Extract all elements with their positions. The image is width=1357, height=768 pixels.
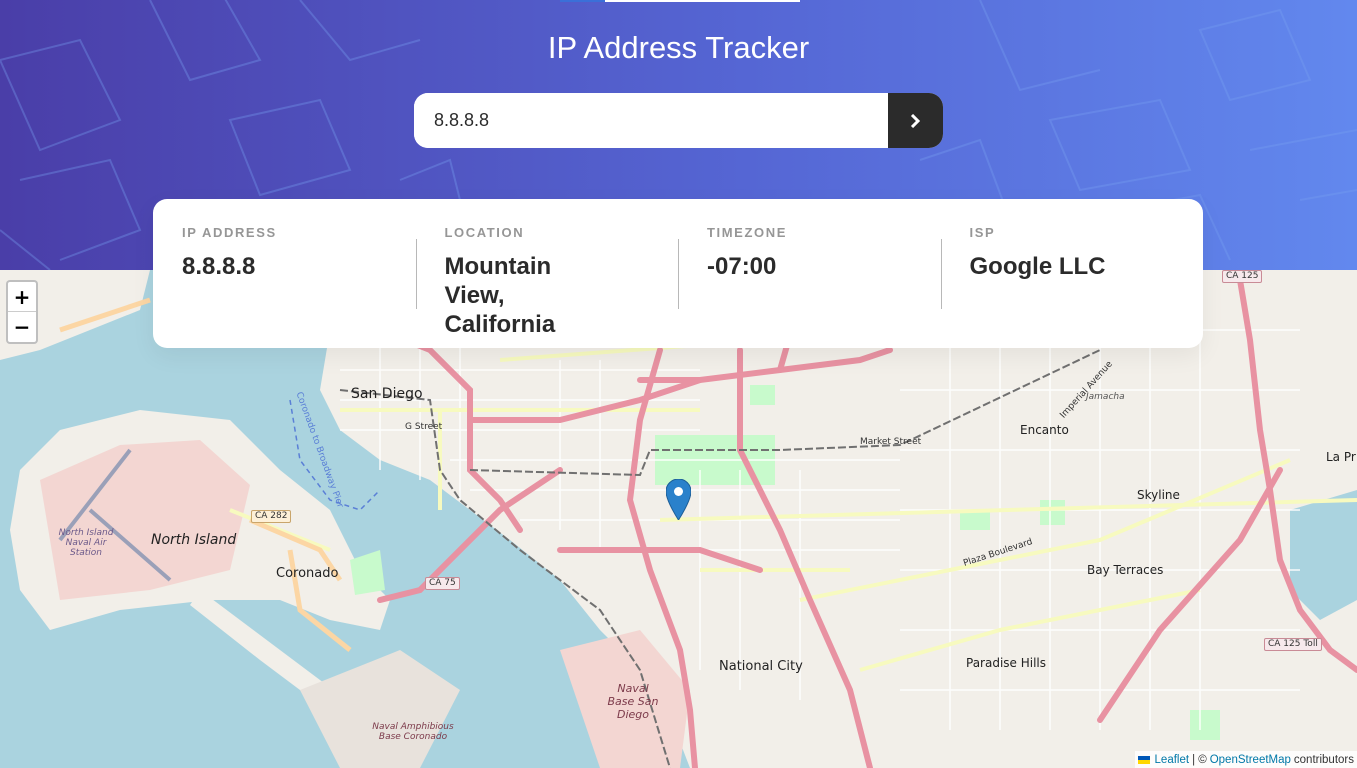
info-timezone-value: -07:00 bbox=[707, 253, 777, 280]
top-tab-white bbox=[605, 0, 800, 2]
map-label-g-street: G Street bbox=[405, 422, 443, 432]
zoom-control: + − bbox=[6, 280, 38, 344]
map-label-naval-base: Naval Base San Diego bbox=[607, 682, 659, 721]
page-title: IP Address Tracker bbox=[547, 30, 810, 65]
ukraine-flag-icon bbox=[1137, 756, 1150, 764]
top-tab-accent bbox=[560, 0, 605, 2]
info-timezone: TIMEZONE -07:00 bbox=[678, 223, 941, 348]
map-label-san-diego: San Diego bbox=[351, 386, 423, 402]
info-timezone-label: TIMEZONE bbox=[707, 225, 787, 240]
attribution-suffix: contributors bbox=[1293, 754, 1354, 766]
search-form bbox=[414, 93, 943, 148]
location-marker[interactable] bbox=[665, 478, 692, 524]
map-label-jamacha: Jamacha bbox=[1086, 392, 1125, 402]
map-label-skyline: Skyline bbox=[1137, 488, 1180, 502]
info-isp-value: Google LLC bbox=[969, 253, 1106, 280]
attribution-separator: | © bbox=[1192, 754, 1207, 766]
info-location-value: Mountain View, California bbox=[444, 253, 556, 338]
map-label-bay-terraces: Bay Terraces bbox=[1087, 563, 1164, 577]
map-label-market-street: Market Street bbox=[860, 437, 922, 447]
map-label-encanto: Encanto bbox=[1020, 423, 1069, 437]
search-submit-button[interactable] bbox=[888, 93, 943, 148]
map-label-north-island-station: North Island Naval Air Station bbox=[58, 528, 114, 558]
map-label-north-island: North Island bbox=[151, 532, 237, 548]
map-label-national-city: National City bbox=[719, 659, 803, 674]
top-tab-strip bbox=[560, 0, 800, 2]
info-location: LOCATION Mountain View, California bbox=[415, 223, 679, 348]
info-isp: ISP Google LLC bbox=[940, 223, 1204, 348]
zoom-out-button[interactable]: − bbox=[8, 312, 36, 342]
map-pin-icon bbox=[665, 478, 692, 521]
leaflet-link[interactable]: Leaflet bbox=[1155, 754, 1190, 766]
route-shield-ca-75: CA 75 bbox=[425, 577, 460, 590]
map-label-coronado: Coronado bbox=[276, 566, 339, 581]
info-location-label: LOCATION bbox=[444, 225, 525, 240]
zoom-in-button[interactable]: + bbox=[8, 282, 36, 312]
info-ip-label: IP ADDRESS bbox=[182, 225, 277, 240]
route-shield-ca-282: CA 282 bbox=[251, 510, 292, 523]
info-ip: IP ADDRESS 8.8.8.8 bbox=[153, 223, 416, 348]
info-card: IP ADDRESS 8.8.8.8 LOCATION Mountain Vie… bbox=[153, 199, 1203, 348]
map-attribution: Leaflet | © OpenStreetMap contributors bbox=[1134, 751, 1357, 768]
map-label-naval-amphibious: Naval Amphibious Base Coronado bbox=[372, 722, 454, 742]
route-shield-ca-125: CA 125 bbox=[1222, 270, 1263, 283]
chevron-right-icon bbox=[910, 113, 921, 128]
map-label-paradise-hills: Paradise Hills bbox=[966, 656, 1047, 670]
info-isp-label: ISP bbox=[969, 225, 996, 240]
map-label-la-presa: La Pr bbox=[1326, 450, 1356, 464]
ip-search-input[interactable] bbox=[414, 93, 888, 148]
route-shield-ca-125-toll: CA 125 Toll bbox=[1264, 638, 1322, 651]
info-ip-value: 8.8.8.8 bbox=[182, 253, 256, 280]
osm-link[interactable]: OpenStreetMap bbox=[1210, 754, 1291, 766]
